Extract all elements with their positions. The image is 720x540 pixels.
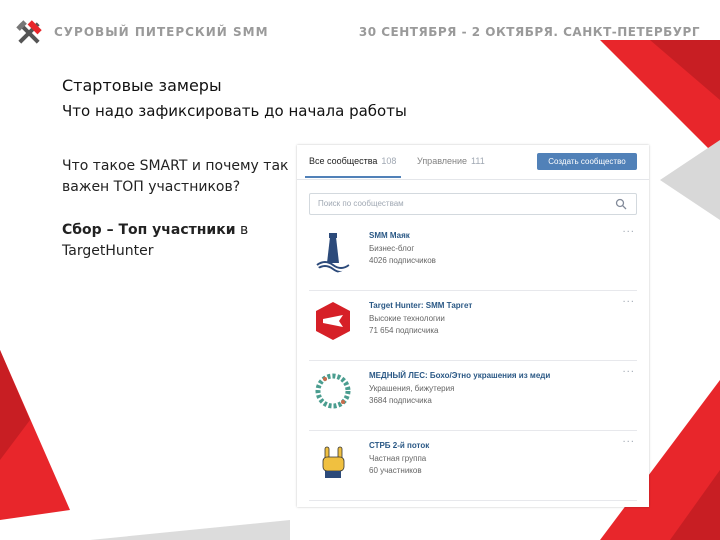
tab-bar: Все сообщества 108 Управление 111 Создать …: [297, 145, 649, 180]
community-category: Украшения, бижутерия: [369, 384, 455, 393]
more-horizontal-icon[interactable]: ···: [622, 227, 635, 238]
tab-management[interactable]: Управление 111: [417, 156, 485, 166]
paragraph-bold: Сбор – Топ участники: [62, 222, 236, 238]
search-input[interactable]: Поиск по сообществам: [309, 193, 637, 215]
decorative-shape-left: [0, 350, 70, 520]
community-name[interactable]: МЕДНЫЙ ЛЕС: Бохо/Этно украшения из меди: [369, 371, 550, 380]
decorative-shape-bottom: [90, 520, 290, 540]
community-name[interactable]: СТРБ 2-й поток: [369, 441, 429, 450]
active-tab-indicator: [305, 176, 401, 178]
vk-communities-panel: Все сообщества 108 Управление 111 Создать …: [297, 145, 649, 507]
list-item[interactable]: СТРБ 2-й поток Частная группа 60 участни…: [297, 431, 649, 501]
community-name[interactable]: Target Hunter: SMM Таргет: [369, 301, 472, 310]
paragraph-top-members: Сбор – Топ участники в TargetHunter: [62, 220, 297, 262]
divider: [309, 500, 637, 501]
tab-label: Все сообщества: [309, 156, 378, 166]
list-item[interactable]: SMM Маяк Бизнес-блог 4026 подписчиков ··…: [297, 221, 649, 291]
community-category: Бизнес-блог: [369, 244, 415, 253]
more-horizontal-icon[interactable]: ···: [622, 437, 635, 448]
create-community-button[interactable]: Создать сообщество: [537, 153, 637, 170]
more-horizontal-icon[interactable]: ···: [622, 367, 635, 378]
slide-subtitle: Что надо зафиксировать до начала работы: [62, 102, 407, 120]
slide-title: Стартовые замеры: [62, 76, 222, 95]
rock-hand-avatar-icon: [311, 439, 355, 483]
community-members: 71 654 подписчика: [369, 326, 439, 335]
list-item[interactable]: Target Hunter: SMM Таргет Высокие технол…: [297, 291, 649, 361]
tab-label: Управление: [417, 156, 468, 166]
tab-count: 111: [471, 156, 485, 166]
community-members: 60 участников: [369, 466, 422, 475]
community-members: 4026 подписчиков: [369, 256, 436, 265]
tab-all-communities[interactable]: Все сообщества 108: [309, 156, 396, 166]
lighthouse-avatar-icon: [311, 229, 355, 273]
community-category: Частная группа: [369, 454, 427, 463]
target-hunter-avatar-icon: [311, 299, 355, 343]
community-category: Высокие технологии: [369, 314, 445, 323]
event-dates: 30 СЕНТЯБРЯ - 2 ОКТЯБРЯ. САНКТ-ПЕТЕРБУРГ: [358, 25, 700, 39]
search-placeholder: Поиск по сообществам: [318, 199, 404, 208]
paragraph-smart: Что такое SMART и почему так важен ТОП у…: [62, 158, 289, 195]
more-horizontal-icon[interactable]: ···: [622, 297, 635, 308]
community-name[interactable]: SMM Маяк: [369, 231, 410, 240]
community-members: 3684 подписчика: [369, 396, 432, 405]
tab-count: 108: [381, 156, 397, 166]
brand-name: СУРОВЫЙ ПИТЕРСКИЙ SMM: [54, 25, 269, 39]
decorative-shape-right: [660, 140, 720, 220]
logo-icon: [16, 20, 42, 44]
list-item[interactable]: МЕДНЫЙ ЛЕС: Бохо/Этно украшения из меди …: [297, 361, 649, 431]
search-icon[interactable]: [615, 198, 627, 210]
wreath-avatar-icon: [311, 369, 355, 413]
